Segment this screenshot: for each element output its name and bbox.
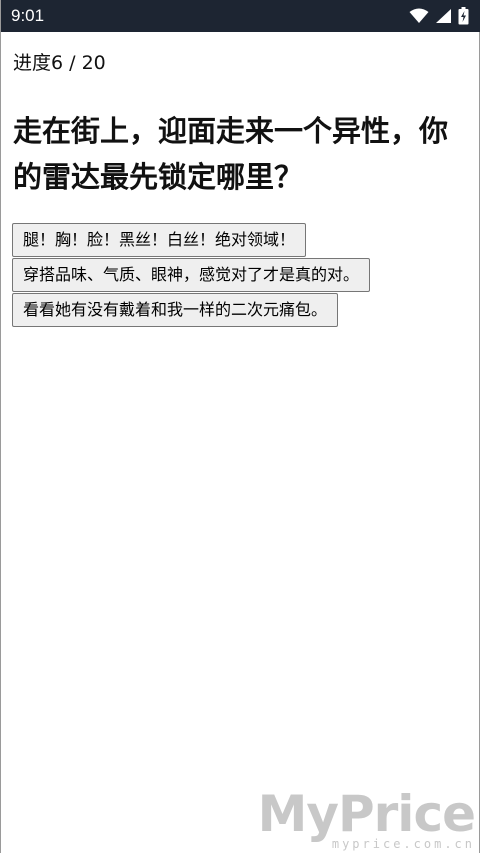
progress-indicator: 进度6 / 20 (13, 52, 106, 74)
status-time: 9:01 (11, 6, 45, 25)
wifi-icon (409, 8, 429, 24)
status-bar: 9:01 (1, 0, 480, 32)
question-text: 走在街上，迎面走来一个异性，你的雷达最先锁定哪里？ (13, 114, 449, 194)
watermark-logo: MyPrice (257, 785, 476, 843)
battery-icon (458, 7, 469, 25)
answer-options: 腿！胸！脸！黑丝！白丝！绝对领域！ 穿搭品味、气质、眼神，感觉对了才是真的对。 … (12, 223, 371, 327)
watermark: MyPrice myprice.com.cn (257, 785, 476, 851)
status-icons (409, 7, 469, 25)
option-button-3[interactable]: 看看她有没有戴着和我一样的二次元痛包。 (12, 293, 339, 327)
option-button-2[interactable]: 穿搭品味、气质、眼神，感觉对了才是真的对。 (12, 258, 371, 292)
signal-icon (435, 8, 452, 24)
option-button-1[interactable]: 腿！胸！脸！黑丝！白丝！绝对领域！ (12, 223, 307, 257)
watermark-url: myprice.com.cn (331, 837, 475, 851)
